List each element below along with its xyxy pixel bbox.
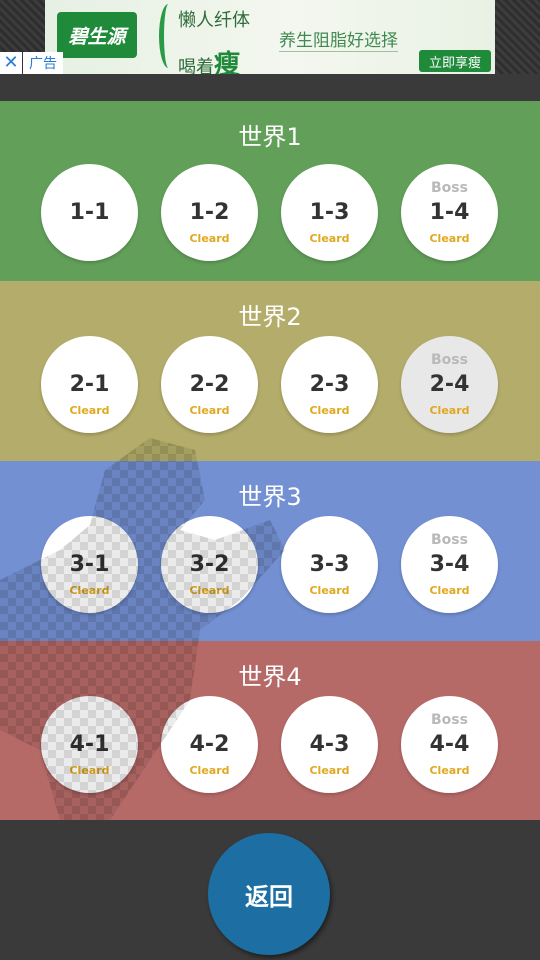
world-title: 世界1 (238, 123, 302, 151)
world-title: 世界4 (238, 663, 302, 691)
level-status: Cleard (429, 764, 470, 777)
level-status: Cleard (189, 404, 230, 417)
level-number: 1-4 (429, 200, 470, 225)
level-number: 4-3 (309, 732, 350, 757)
world-panel-4: 世界4 4-1 Cleard 4-2 Cleard 4-3 Cleard Bos… (0, 641, 540, 820)
back-button[interactable]: 返回 (208, 833, 330, 955)
world-panel-1: 世界1 1-1 1-2 Cleard 1-3 Cleard Boss 1-4 C… (0, 101, 540, 281)
level-status: Cleard (429, 232, 470, 245)
level-button-2-3[interactable]: 2-3 Cleard (281, 336, 378, 433)
level-button-1-3[interactable]: 1-3 Cleard (281, 164, 378, 261)
level-button-3-1[interactable]: 3-1 Cleard (41, 516, 138, 613)
level-number: 4-4 (429, 732, 470, 757)
level-number: 1-2 (189, 200, 230, 225)
level-button-4-3[interactable]: 4-3 Cleard (281, 696, 378, 793)
ad-close-icon[interactable]: ✕ (0, 52, 22, 74)
level-number: 3-1 (69, 552, 110, 577)
level-button-1-2[interactable]: 1-2 Cleard (161, 164, 258, 261)
level-status: Cleard (189, 232, 230, 245)
ad-slogan: 养生阻脂好选择 (279, 26, 398, 52)
level-button-2-4[interactable]: Boss 2-4 Cleard (401, 336, 498, 433)
level-number: 1-3 (309, 200, 350, 225)
level-button-3-3[interactable]: 3-3 Cleard (281, 516, 378, 613)
level-status: Cleard (429, 404, 470, 417)
level-number: 3-3 (309, 552, 350, 577)
level-button-4-2[interactable]: 4-2 Cleard (161, 696, 258, 793)
level-button-2-2[interactable]: 2-2 Cleard (161, 336, 258, 433)
ad-cta-button[interactable]: 立即享瘦 (419, 50, 491, 72)
boss-label: Boss (431, 180, 468, 196)
ad-headline: 懒人纤体 (178, 10, 250, 31)
level-number: 2-4 (429, 372, 470, 397)
world-title: 世界2 (238, 303, 302, 331)
world-panel-3: 世界3 3-1 Cleard 3-2 Cleard 3-3 Cleard Bos… (0, 461, 540, 641)
level-button-4-4[interactable]: Boss 4-4 Cleard (401, 696, 498, 793)
level-button-3-2[interactable]: 3-2 Cleard (161, 516, 258, 613)
world-title: 世界3 (238, 483, 302, 511)
level-number: 2-3 (309, 372, 350, 397)
level-number: 3-2 (189, 552, 230, 577)
ad-subheadline-highlight: 瘦 (214, 50, 241, 74)
ad-brand-logo: 碧生源 (57, 12, 137, 58)
level-status: Cleard (309, 764, 350, 777)
level-status: Cleard (69, 404, 110, 417)
level-button-1-4[interactable]: Boss 1-4 Cleard (401, 164, 498, 261)
level-status: Cleard (309, 584, 350, 597)
level-button-1-1[interactable]: 1-1 (41, 164, 138, 261)
level-number: 2-2 (189, 372, 230, 397)
level-number: 4-1 (69, 732, 110, 757)
level-status: Cleard (69, 764, 110, 777)
ad-subheadline: 喝着瘦 (178, 44, 240, 74)
level-status: Cleard (189, 584, 230, 597)
ad-decoration (159, 4, 178, 68)
ad-subheadline-prefix: 喝着 (178, 57, 214, 74)
level-number: 4-2 (189, 732, 230, 757)
level-status: Cleard (309, 404, 350, 417)
level-status: Cleard (309, 232, 350, 245)
level-button-2-1[interactable]: 2-1 Cleard (41, 336, 138, 433)
level-status: Cleard (429, 584, 470, 597)
level-status: Cleard (189, 764, 230, 777)
level-button-4-1[interactable]: 4-1 Cleard (41, 696, 138, 793)
level-button-3-4[interactable]: Boss 3-4 Cleard (401, 516, 498, 613)
ad-label: 广告 (23, 52, 63, 74)
boss-label: Boss (431, 532, 468, 548)
level-number: 3-4 (429, 552, 470, 577)
level-number: 2-1 (69, 372, 110, 397)
level-status: Cleard (69, 584, 110, 597)
world-panel-2: 世界2 2-1 Cleard 2-2 Cleard 2-3 Cleard Bos… (0, 281, 540, 461)
boss-label: Boss (431, 352, 468, 368)
boss-label: Boss (431, 712, 468, 728)
ad-banner[interactable]: 碧生源 懒人纤体 喝着瘦 养生阻脂好选择 立即享瘦 (45, 0, 495, 74)
level-number: 1-1 (69, 200, 110, 225)
